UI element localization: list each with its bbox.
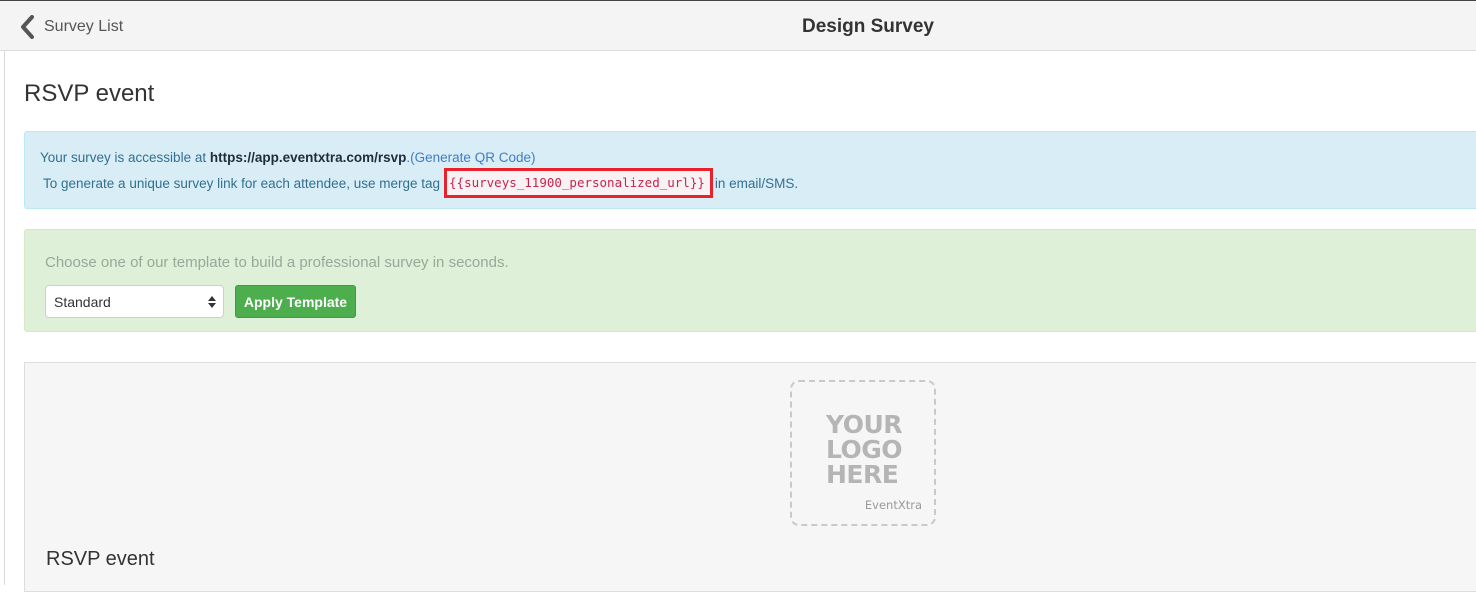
logo-placeholder[interactable]: YOUR LOGO HERE EventXtra (790, 380, 936, 526)
eventxtra-brand-mark: EventXtra (864, 498, 922, 512)
preview-survey-title: RSVP event (46, 548, 155, 570)
survey-heading: RSVP event (24, 80, 155, 107)
logo-line: YOUR (826, 410, 903, 439)
merge-tag-suffix: in email/SMS. (714, 175, 799, 191)
template-select[interactable]: Standard (45, 285, 224, 318)
merge-tag-code[interactable]: {{surveys_11900_personalized_url}} (444, 168, 713, 198)
logo-placeholder-text: YOUR LOGO HERE (826, 410, 903, 489)
apply-template-button[interactable]: Apply Template (235, 285, 356, 318)
left-divider (4, 51, 5, 585)
template-select-value: Standard (54, 294, 111, 310)
template-panel: Choose one of our template to build a pr… (24, 229, 1476, 332)
survey-url-line: Your survey is accessible at https://app… (40, 150, 535, 165)
page-title: Design Survey (802, 16, 934, 37)
survey-url: https://app.eventxtra.com/rsvp (209, 150, 407, 165)
merge-tag-line: To generate a unique survey link for eac… (43, 168, 798, 198)
top-bar: Survey List Design Survey (0, 0, 1476, 51)
survey-preview: YOUR LOGO HERE EventXtra RSVP event (24, 362, 1476, 592)
merge-tag-prefix: To generate a unique survey link for eac… (43, 175, 441, 191)
select-arrows-icon (207, 294, 217, 310)
survey-url-prefix: Your survey is accessible at (40, 150, 210, 165)
generate-qr-code-link[interactable]: .(Generate QR Code) (406, 150, 535, 165)
logo-line: HERE (826, 460, 899, 489)
logo-line: LOGO (826, 435, 903, 464)
survey-url-alert: Your survey is accessible at https://app… (24, 131, 1476, 209)
template-prompt: Choose one of our template to build a pr… (45, 254, 509, 271)
